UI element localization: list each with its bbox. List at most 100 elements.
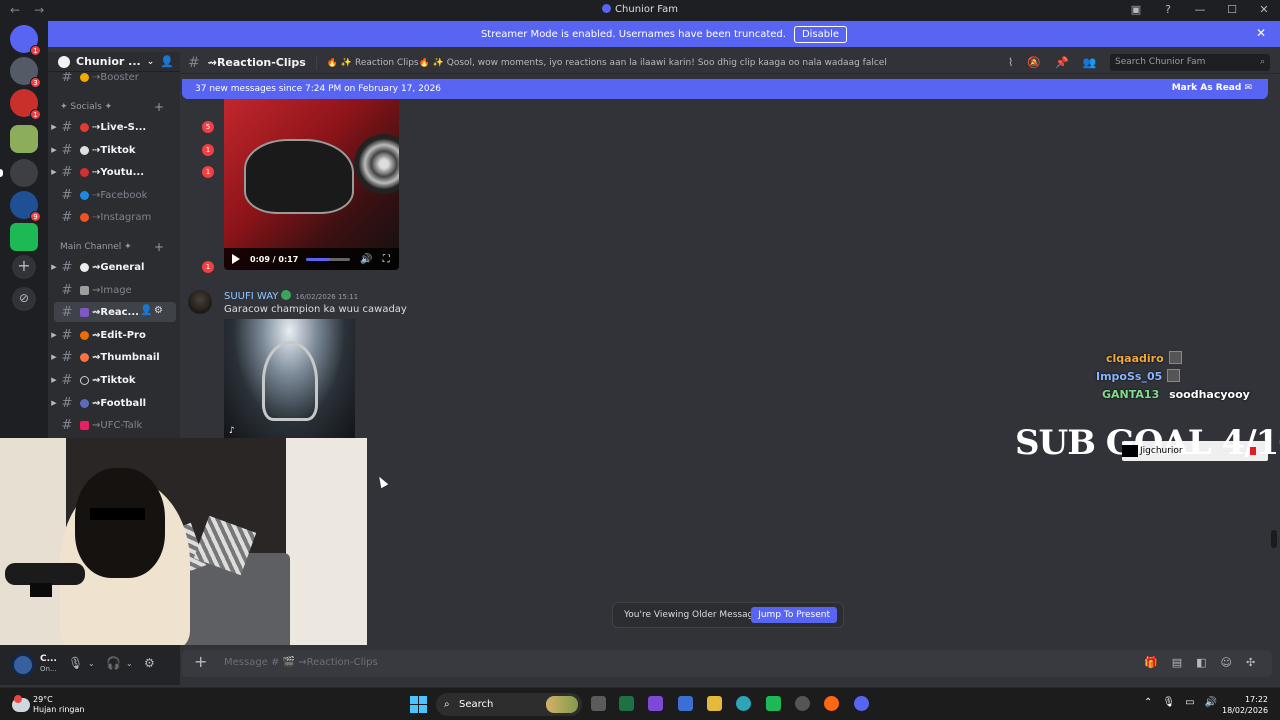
member-list-icon[interactable]: 👥 xyxy=(1083,56,1097,69)
sidebar-channel-football[interactable]: ▶ # ⇝Football xyxy=(48,393,180,413)
add-server-icon[interactable]: + xyxy=(12,255,36,279)
task-view-icon[interactable] xyxy=(591,696,606,711)
search-input[interactable]: Search Chunior Fam ⌕ xyxy=(1110,54,1270,71)
older-messages-bar: You're Viewing Older Messages Jump To Pr… xyxy=(612,602,844,628)
obs-icon[interactable] xyxy=(795,696,810,711)
video-progress-bar[interactable] xyxy=(306,257,351,261)
sidebar-channel-live[interactable]: ▶ # ⇢Live-S... 5 xyxy=(48,117,214,137)
invite-people-icon[interactable]: 👤 xyxy=(160,55,174,68)
add-member-icon[interactable]: 👤 xyxy=(140,305,152,316)
sidebar-channel-thumbnail[interactable]: ▶ # ⇝Thumbnail xyxy=(48,347,180,367)
username[interactable]: C... xyxy=(40,654,57,664)
excel-icon[interactable] xyxy=(619,696,634,711)
message-text: Garacow champion ka wuu cawaday xyxy=(224,304,407,315)
discord-icon[interactable] xyxy=(854,696,869,711)
close-icon[interactable]: ✕ xyxy=(1256,26,1266,40)
chevron-up-icon[interactable]: ⌃ xyxy=(1144,697,1152,708)
microphone-icon[interactable]: 🎙 xyxy=(1162,697,1175,708)
clock[interactable]: 17:22 18/02/2026 xyxy=(1222,694,1268,716)
fullscreen-icon[interactable]: ⛶ xyxy=(383,254,390,265)
sidebar-channel-booster[interactable]: # ⇢Booster xyxy=(48,70,180,84)
sidebar-channel-ufc-talk[interactable]: # ⇝UFC-Talk xyxy=(48,415,180,435)
sidebar-channel-tiktok-main[interactable]: ▶ # ⇝Tiktok xyxy=(48,370,180,390)
server-avatar[interactable] xyxy=(10,223,38,251)
title-bar: ← → Chunior Fam ▣ ? — ☐ ✕ xyxy=(0,0,1280,21)
sidebar-channel-reaction-clips[interactable]: # ⇝Reac... 👤 ⚙ xyxy=(54,302,176,322)
server-avatar[interactable]: 3 xyxy=(10,57,41,88)
category-main-channel[interactable]: Main Channel ✦ xyxy=(60,242,132,252)
volume-icon[interactable]: 🔊 xyxy=(360,254,372,265)
gear-icon[interactable]: ⚙ xyxy=(144,656,155,670)
gift-icon[interactable]: 🎁 xyxy=(1144,656,1158,669)
apps-icon[interactable]: ✣ xyxy=(1246,656,1255,669)
server-avatar[interactable]: 9 xyxy=(10,191,41,222)
emoji-icon[interactable]: ☺ xyxy=(1221,656,1232,669)
minimize-icon[interactable]: — xyxy=(1194,3,1206,16)
image-attachment[interactable]: ♪ xyxy=(224,319,355,438)
sidebar-channel-image[interactable]: # ⇝Image xyxy=(48,280,180,300)
sticker-icon[interactable]: ◧ xyxy=(1196,656,1206,669)
sidebar-channel-youtube[interactable]: ▶ # ⇢Youtu... 1 xyxy=(48,162,214,182)
add-channel-icon[interactable]: + xyxy=(154,100,164,114)
sidebar-channel-tiktok[interactable]: ▶ # ⇢Tiktok 1 xyxy=(48,140,214,160)
store-icon[interactable] xyxy=(678,696,693,711)
category-socials[interactable]: ✦ Socials ✦ xyxy=(60,102,112,112)
disable-streamer-mode-button[interactable]: Disable xyxy=(793,25,848,43)
threads-icon[interactable]: ⌇ xyxy=(1008,56,1013,69)
video-attachment[interactable]: 0:09 / 0:17 🔊 ⛶ xyxy=(224,99,399,270)
wheel-image xyxy=(354,134,399,194)
mark-as-read-button[interactable]: Mark As Read ✉ xyxy=(1172,83,1252,93)
edge-icon[interactable] xyxy=(736,696,751,711)
chevron-down-icon: ⌄ xyxy=(146,56,155,67)
add-channel-icon[interactable]: + xyxy=(154,240,164,254)
sidebar-channel-instagram[interactable]: # ⇢Instagram xyxy=(48,207,180,227)
direct-messages-icon[interactable]: 1 xyxy=(10,25,41,56)
app-icon[interactable] xyxy=(766,696,781,711)
avatar[interactable] xyxy=(12,654,34,676)
volume-icon[interactable]: 🔊 xyxy=(1205,697,1217,708)
server-avatar[interactable] xyxy=(10,159,38,187)
jump-to-present-button[interactable]: Jump To Present xyxy=(751,607,837,623)
inbox-icon[interactable]: ▣ xyxy=(1130,3,1142,16)
hash-icon: # xyxy=(61,304,73,320)
firefox-icon[interactable] xyxy=(824,696,839,711)
message-composer[interactable]: + Message # 🎬 ⇝Reaction-Clips 🎁 ▤ ◧ ☺ ✣ xyxy=(182,650,1272,677)
message-input[interactable]: Message # 🎬 ⇝Reaction-Clips xyxy=(224,657,378,668)
new-messages-bar[interactable]: 37 new messages since 7:24 PM on Februar… xyxy=(182,79,1268,99)
server-icon xyxy=(602,4,612,13)
close-window-icon[interactable]: ✕ xyxy=(1258,3,1270,16)
guild-header[interactable]: Chunior ... ⌄ 👤 xyxy=(48,52,180,72)
microphone-icon[interactable]: 🎙 xyxy=(68,656,83,670)
file-explorer-icon[interactable] xyxy=(707,696,722,711)
maximize-icon[interactable]: ☐ xyxy=(1226,3,1238,16)
gif-icon[interactable]: ▤ xyxy=(1172,656,1182,669)
window-title: Chunior Fam xyxy=(0,4,1280,15)
avatar[interactable] xyxy=(188,290,212,314)
message-author[interactable]: SUUFI WAY 16/02/2026 15:11 xyxy=(224,290,358,302)
pin-icon[interactable]: 📌 xyxy=(1055,56,1069,69)
sidebar-channel-general[interactable]: ▶ # ⇝General 1 xyxy=(48,257,214,277)
add-attachment-icon[interactable]: + xyxy=(194,652,207,671)
sidebar-channel-facebook[interactable]: # ⇢Facebook xyxy=(48,185,180,205)
chevron-down-icon[interactable]: ⌄ xyxy=(126,659,133,668)
sidebar-channel-edit-pro[interactable]: ▶ # ⇝Edit-Pro xyxy=(48,325,180,345)
headphones-icon[interactable]: 🎧 xyxy=(106,656,121,670)
weather-widget[interactable]: 29°C Hujan ringan xyxy=(12,695,84,715)
notification-bell-icon[interactable]: 🔕 xyxy=(1027,56,1041,69)
hash-icon: # xyxy=(61,282,73,298)
gear-icon[interactable]: ⚙ xyxy=(154,305,163,316)
chevron-down-icon[interactable]: ⌄ xyxy=(88,659,95,668)
discover-icon[interactable]: ⊘ xyxy=(12,287,36,311)
scrollbar-thumb[interactable] xyxy=(1271,530,1277,548)
network-icon[interactable]: ▭ xyxy=(1185,697,1194,708)
search-icon: ⌕ xyxy=(444,699,450,710)
help-icon[interactable]: ? xyxy=(1162,3,1174,16)
start-icon[interactable] xyxy=(410,696,427,713)
server-avatar[interactable] xyxy=(10,125,38,153)
app-icon[interactable] xyxy=(648,696,663,711)
play-icon[interactable] xyxy=(232,254,240,264)
server-avatar[interactable]: 1 xyxy=(10,89,41,120)
hash-icon: # xyxy=(61,70,73,84)
channel-topic[interactable]: 🔥 ✨ Reaction Clips🔥 ✨ Qosol, wow moments… xyxy=(327,58,887,68)
taskbar-search[interactable]: ⌕ Search xyxy=(436,693,582,716)
